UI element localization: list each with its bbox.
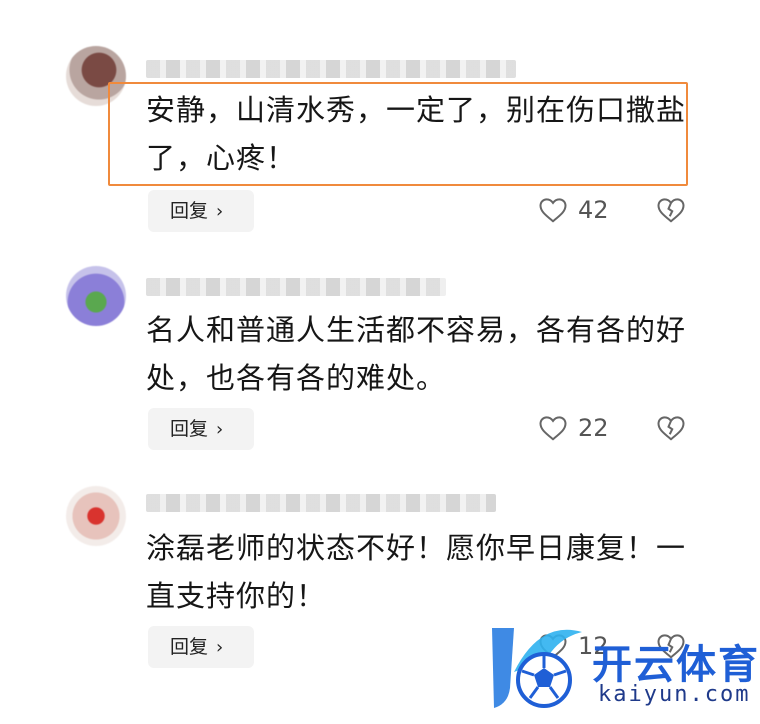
chevron-right-icon: › bbox=[216, 637, 224, 658]
comment-text: 安静，山清水秀，一定了，别在伤口撒盐了，心疼！ bbox=[146, 93, 687, 175]
reply-label: 回复 bbox=[170, 636, 209, 658]
username-blurred bbox=[146, 494, 496, 512]
reply-button[interactable]: 回复 › bbox=[148, 190, 254, 232]
username-blurred bbox=[146, 60, 516, 78]
like-button[interactable]: 42 bbox=[538, 195, 609, 225]
heart-icon bbox=[539, 198, 567, 223]
broken-heart-icon[interactable] bbox=[656, 195, 686, 225]
comment-text: 名人和普通人生活都不容易，各有各的好处，也各有各的难处。 bbox=[146, 313, 687, 395]
avatar[interactable] bbox=[66, 486, 126, 546]
chevron-right-icon: › bbox=[216, 201, 224, 222]
username-blurred bbox=[146, 278, 446, 296]
watermark-subtitle: kaiyun.com bbox=[598, 682, 751, 707]
soccer-ball-logo-icon bbox=[492, 628, 582, 708]
chevron-right-icon: › bbox=[216, 419, 224, 440]
reply-label: 回复 bbox=[170, 200, 209, 222]
watermark-logo: 开云体育 kaiyun.com bbox=[474, 616, 760, 716]
reply-button[interactable]: 回复 › bbox=[148, 626, 254, 668]
reply-button[interactable]: 回复 › bbox=[148, 408, 254, 450]
comment-text: 涂磊老师的状态不好！愿你早日康复！一直支持你的！ bbox=[146, 531, 687, 613]
reply-label: 回复 bbox=[170, 418, 209, 440]
avatar[interactable] bbox=[66, 266, 126, 326]
like-button[interactable]: 22 bbox=[538, 413, 609, 443]
like-count: 42 bbox=[578, 196, 609, 224]
broken-heart-icon[interactable] bbox=[656, 413, 686, 443]
like-count: 22 bbox=[578, 414, 609, 442]
heart-icon bbox=[539, 416, 567, 441]
